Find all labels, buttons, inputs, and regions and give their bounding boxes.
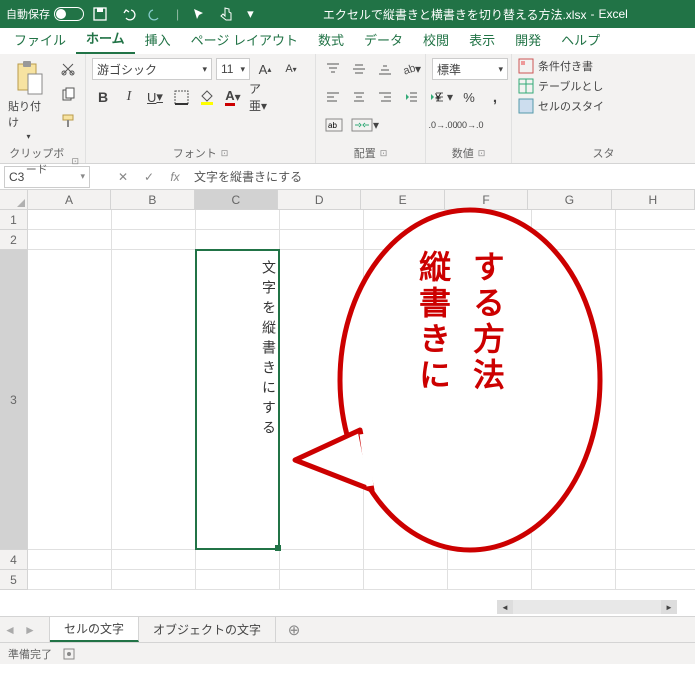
align-center-icon[interactable]	[348, 86, 370, 108]
tab-pagelayout[interactable]: ページ レイアウト	[181, 25, 308, 54]
touch-icon[interactable]	[219, 6, 235, 22]
percent-button[interactable]: %	[458, 86, 480, 108]
align-middle-icon[interactable]	[348, 58, 370, 80]
alignment-launcher-icon[interactable]: ⊡	[380, 148, 388, 159]
status-bar: 準備完了	[0, 642, 695, 664]
format-as-table-button[interactable]: テーブルとし	[518, 78, 603, 94]
underline-button[interactable]: U▾	[144, 86, 166, 108]
font-size-combo[interactable]: 11▾	[216, 58, 250, 80]
col-header[interactable]: F	[445, 190, 528, 210]
tab-view[interactable]: 表示	[459, 25, 505, 54]
window-title: エクセルで縦書きと横書きを切り替える方法.xlsx	[323, 6, 587, 23]
tab-file[interactable]: ファイル	[4, 25, 76, 54]
border-button[interactable]	[170, 86, 192, 108]
fill-color-button[interactable]	[196, 86, 218, 108]
col-header[interactable]: B	[111, 190, 194, 210]
bold-button[interactable]: B	[92, 86, 114, 108]
sheet-nav-next-icon[interactable]: ►	[20, 623, 40, 637]
col-header[interactable]: C	[195, 190, 278, 210]
h-scrollbar[interactable]: ◄ ►	[497, 598, 677, 616]
enter-formula-icon[interactable]: ✓	[136, 170, 162, 184]
sheet-tab-bar: ◄ ► セルの文字 オブジェクトの文字 ⊕	[0, 616, 695, 642]
worksheet[interactable]: A B C D E F G H 1 2 3 4 5 文字を縦書きにする	[0, 190, 695, 616]
fx-icon[interactable]: fx	[162, 170, 188, 184]
row-header[interactable]: 2	[0, 230, 28, 250]
decrease-indent-icon[interactable]	[400, 86, 422, 108]
col-header[interactable]: G	[528, 190, 611, 210]
row-header[interactable]: 5	[0, 570, 28, 590]
conditional-formatting-button[interactable]: 条件付き書	[518, 58, 593, 74]
accounting-format-icon[interactable]: ¥▾	[432, 86, 454, 108]
tab-data[interactable]: データ	[354, 25, 413, 54]
cut-icon[interactable]	[57, 58, 79, 80]
formula-input[interactable]: 文字を縦書きにする	[188, 168, 695, 185]
cell-c3[interactable]: 文字を縦書きにする	[196, 250, 280, 550]
formula-bar: C3▾ ✕ ✓ fx 文字を縦書きにする	[0, 164, 695, 190]
clipboard-launcher-icon[interactable]: ⊡	[71, 156, 79, 167]
align-bottom-icon[interactable]	[374, 58, 396, 80]
copy-icon[interactable]	[57, 84, 79, 106]
row-header[interactable]: 3	[0, 250, 28, 550]
number-format-combo[interactable]: 標準▾	[432, 58, 508, 80]
macro-record-icon[interactable]	[62, 647, 76, 661]
cancel-formula-icon[interactable]: ✕	[110, 170, 136, 184]
col-header[interactable]: H	[612, 190, 695, 210]
autosave-switch-icon[interactable]	[54, 7, 84, 21]
wrap-text-icon[interactable]: ab	[322, 114, 346, 136]
ribbon-tabs: ファイル ホーム 挿入 ページ レイアウト 数式 データ 校閲 表示 開発 ヘル…	[0, 28, 695, 54]
col-header[interactable]: A	[28, 190, 111, 210]
font-name-combo[interactable]: 游ゴシック▾	[92, 58, 212, 80]
sheet-nav-prev-icon[interactable]: ◄	[0, 623, 20, 637]
number-launcher-icon[interactable]: ⊡	[478, 148, 486, 159]
tab-help[interactable]: ヘルプ	[551, 25, 610, 54]
col-header[interactable]: D	[278, 190, 361, 210]
font-color-button[interactable]: A▾	[222, 86, 244, 108]
align-right-icon[interactable]	[374, 86, 396, 108]
row-header[interactable]: 4	[0, 550, 28, 570]
orientation-button[interactable]: ab▾	[400, 58, 422, 80]
qat-customize-icon[interactable]: ▾	[247, 6, 254, 22]
increase-font-icon[interactable]: A▴	[254, 58, 276, 80]
app-name: Excel	[598, 7, 627, 21]
row-header[interactable]: 1	[0, 210, 28, 230]
svg-text:¥: ¥	[434, 92, 442, 104]
add-sheet-button[interactable]: ⊕	[276, 621, 312, 639]
tab-formulas[interactable]: 数式	[308, 25, 354, 54]
cell-c3-text: 文字を縦書きにする	[196, 250, 279, 450]
cell-styles-button[interactable]: セルのスタイ	[518, 98, 604, 114]
save-icon[interactable]	[92, 6, 108, 22]
tab-developer[interactable]: 開発	[505, 25, 551, 54]
undo-icon[interactable]	[120, 6, 136, 22]
merge-center-icon[interactable]: ▾	[350, 114, 380, 136]
autosave-toggle[interactable]: 自動保存	[6, 6, 84, 22]
phonetic-button[interactable]: ア亜▾	[248, 86, 270, 108]
font-launcher-icon[interactable]: ⊡	[221, 148, 229, 159]
select-all-corner[interactable]	[0, 190, 28, 210]
tab-insert[interactable]: 挿入	[135, 25, 181, 54]
tab-home[interactable]: ホーム	[76, 23, 135, 54]
comma-button[interactable]: ,	[484, 86, 506, 108]
paste-button[interactable]: 貼り付け ▾	[6, 58, 51, 143]
align-left-icon[interactable]	[322, 86, 344, 108]
align-top-icon[interactable]	[322, 58, 344, 80]
tab-review[interactable]: 校閲	[413, 25, 459, 54]
svg-text:ab: ab	[328, 121, 337, 130]
svg-text:ab: ab	[402, 62, 415, 77]
sheet-tab-1[interactable]: セルの文字	[50, 617, 139, 642]
increase-decimal-icon[interactable]: .0→.00	[432, 114, 454, 136]
col-header[interactable]: E	[361, 190, 444, 210]
scroll-right-icon[interactable]: ►	[661, 600, 677, 614]
scroll-left-icon[interactable]: ◄	[497, 600, 513, 614]
sheet-tab-2[interactable]: オブジェクトの文字	[139, 617, 276, 642]
redo-icon[interactable]	[148, 6, 164, 22]
status-ready: 準備完了	[8, 646, 52, 662]
decrease-decimal-icon[interactable]: .00→.0	[458, 114, 480, 136]
italic-button[interactable]: I	[118, 86, 140, 108]
ribbon: 貼り付け ▾ クリップボード⊡ 游ゴシック▾ 11▾ A▴ A▾ B I U▾	[0, 54, 695, 164]
decrease-font-icon[interactable]: A▾	[280, 58, 302, 80]
cursor-icon[interactable]	[191, 6, 207, 22]
format-painter-icon[interactable]	[57, 110, 79, 132]
